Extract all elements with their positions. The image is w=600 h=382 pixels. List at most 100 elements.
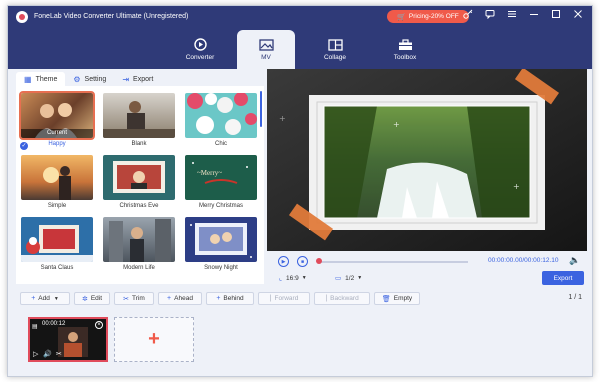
empty-button[interactable]: 🗑 Empty [374,292,420,305]
app-window: FoneLab Video Converter Ultimate (Unregi… [7,5,593,377]
chat-icon[interactable] [484,9,496,23]
pricing-button[interactable]: 🛒 Pricing-20% OFF [387,10,469,23]
svg-text:~Merry~: ~Merry~ [197,169,222,177]
backward-button[interactable]: | Backward [314,292,370,305]
theme-label: Santa Claus [40,265,74,271]
theme-thumbnail: Current [19,91,95,140]
stop-button[interactable]: ■ [297,256,308,267]
app-title: FoneLab Video Converter Ultimate (Unregi… [34,13,189,20]
gear-icon: ⚙ [73,74,81,84]
ahead-button[interactable]: + Ahead [158,292,202,305]
monitor-icon: ▭ [335,275,342,282]
theme-label: Simple [47,203,67,209]
export-icon: ⇥ [122,74,130,84]
trash-icon: 🗑 [381,295,391,303]
theme-thumbnail [103,93,175,138]
theme-modern-life[interactable]: Modern Life [103,217,175,271]
main-nav: Converter MV Collage Toolbox [8,27,592,69]
video-preview: + + + [267,69,587,251]
clip-close-icon[interactable]: × [95,321,103,329]
tab-converter[interactable]: Converter [171,30,229,69]
mv-icon [258,38,274,51]
play-icon: ▶ [281,258,286,265]
export-button[interactable]: Export [542,271,584,285]
resolution-value: 1/2 [345,274,355,282]
theme-label: Merry Christmas [198,203,243,209]
sub-tabs: ▦ Theme ⚙ Setting ⇥ Export [16,69,264,86]
maximize-icon[interactable] [550,9,562,23]
subtab-export[interactable]: ⇥ Export [114,72,161,86]
current-tag: Current [21,129,93,138]
plus-icon: + [148,328,160,350]
edit-label: Edit [90,295,103,302]
page-count: 1 / 1 [568,294,582,301]
minimize-icon[interactable] [528,9,540,23]
forward-icon: | [269,295,272,302]
theme-scrollbar[interactable] [260,91,262,127]
theme-thumbnail [21,217,93,262]
theme-thumbnail [185,93,257,138]
clip-item[interactable]: ▷ 🔊 ✂ ▤ 00:00:12 × [28,317,108,362]
tab-collage[interactable]: Collage [306,30,364,69]
add-clip-button[interactable]: + [114,317,194,362]
edit-button[interactable]: ✲ Edit [74,292,110,305]
aspect-icon: ⌞ [279,275,283,282]
scissors-icon: ✂ [123,295,130,303]
theme-happy[interactable]: Current ✓ Happy [19,91,95,150]
check-icon: ✓ [20,142,28,150]
progress-track[interactable] [318,261,468,263]
forward-button[interactable]: | Forward [258,292,310,305]
tab-mv[interactable]: MV [237,30,295,69]
progress-handle[interactable] [316,258,322,264]
menu-icon[interactable] [506,9,518,23]
theme-blank[interactable]: Blank [103,93,175,147]
theme-thumbnail [103,217,175,262]
behind-label: Behind [223,295,244,302]
aspect-dropdown[interactable]: ⌞ 16:9 ▼ [279,274,307,283]
subtab-setting[interactable]: ⚙ Setting [65,72,114,86]
timeline: ▷ 🔊 ✂ ▤ 00:00:12 × + [8,309,592,376]
wand-icon: ✲ [81,295,88,303]
svg-text:▤: ▤ [32,323,38,330]
theme-label: Christmas Eve [119,203,159,209]
theme-label: Modern Life [123,265,155,271]
theme-simple[interactable]: Simple [21,155,93,209]
svg-text:🔊: 🔊 [43,349,52,358]
forward-label: Forward [274,295,299,302]
tab-collage-label: Collage [323,54,347,61]
svg-text:▷: ▷ [33,350,39,358]
edit-toolbar: + Add ▼ ✲ Edit ✂ Trim + Ahead + Behind |… [8,292,592,306]
ahead-icon: + [167,295,172,302]
theme-label: Chic [214,141,227,147]
backward-label: Backward [330,295,359,302]
theme-christmas-eve[interactable]: Christmas Eve [103,155,175,209]
theme-thumbnail [103,155,175,200]
theme-thumbnail [185,217,257,262]
collage-icon [327,38,343,51]
theme-label: Blank [131,141,147,147]
converter-icon [192,38,208,51]
subtab-theme[interactable]: ▦ Theme [16,72,66,86]
close-icon[interactable] [572,9,584,23]
key-icon[interactable] [462,9,474,23]
add-label: Add [38,295,50,302]
player-controls: ▶ ■ 00:00:00.00/00:00:12.10 🔈 ⌞ 16:9 ▼ ▭… [267,251,587,287]
theme-merry-christmas[interactable]: ~Merry~ Merry Christmas [185,155,257,209]
play-button[interactable]: ▶ [278,256,289,267]
grid-icon: ▦ [24,74,32,84]
volume-icon[interactable]: 🔈 [569,255,580,266]
trim-button[interactable]: ✂ Trim [114,292,154,305]
theme-snowy-night[interactable]: Snowy Night [185,217,257,271]
theme-santa-claus[interactable]: Santa Claus [21,217,93,271]
resolution-dropdown[interactable]: ▭ 1/2 ▼ [335,274,363,283]
add-button[interactable]: + Add ▼ [20,292,70,305]
behind-button[interactable]: + Behind [206,292,254,305]
theme-chic[interactable]: Chic [185,93,257,147]
cart-icon: 🛒 [397,13,406,21]
caret-down-icon: ▼ [357,275,363,281]
tab-converter-label: Converter [185,54,215,61]
tab-toolbox[interactable]: Toolbox [376,30,434,69]
title-bar: FoneLab Video Converter Ultimate (Unregi… [8,6,592,27]
timecode: 00:00:00.00/00:00:12.10 [488,257,559,264]
page-current: 1 [568,294,573,301]
